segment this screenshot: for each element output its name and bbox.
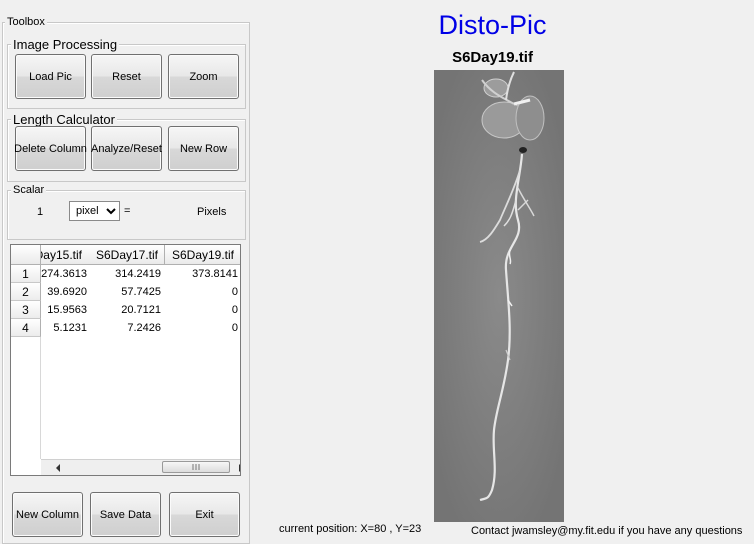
reset-button[interactable]: Reset (91, 54, 162, 99)
column-header-label: S6Day17.tif (95, 247, 159, 262)
app-title: Disto-Pic (438, 10, 547, 40)
table-cell[interactable]: 39.6920 (41, 283, 91, 301)
analyze-reset-button[interactable]: Analyze/Reset (91, 126, 162, 171)
table-cell[interactable]: 15.9563 (41, 301, 91, 319)
contact-text: Contact jwamsley@my.fit.edu if you have … (471, 525, 743, 537)
delete-column-button[interactable]: Delete Column (14, 126, 87, 171)
table-cell[interactable]: 274.3613 (41, 265, 91, 283)
table-cell[interactable]: 314.2419 (90, 265, 165, 283)
row-header[interactable]: 4 (11, 319, 41, 337)
length-calculator-label: Length Calculator (11, 112, 117, 127)
table-cell[interactable]: 7.2426 (90, 319, 165, 337)
root-image[interactable] (434, 70, 564, 522)
table-cell[interactable]: 20.7121 (90, 301, 165, 319)
equals-sign: = (124, 205, 131, 217)
row-header[interactable]: 2 (11, 283, 41, 301)
corner-header (11, 245, 41, 265)
table-cell[interactable]: 373.8141 (165, 265, 240, 283)
save-data-button[interactable]: Save Data (90, 492, 161, 537)
table-cell[interactable]: 0 (165, 301, 240, 319)
root-image-drawing (434, 70, 564, 522)
scalar-label: Scalar (11, 184, 47, 196)
column-header[interactable]: S6Day19.tif (165, 245, 240, 265)
scroll-thumb[interactable] (162, 461, 230, 473)
grip-icon (192, 464, 199, 470)
column-header-label: S6Day15.tif (41, 247, 82, 262)
current-position: current position: X=80 , Y=23 (279, 523, 422, 535)
table-cell[interactable]: 0 (165, 283, 240, 301)
row-header-strip (11, 337, 41, 459)
row-header[interactable]: 1 (11, 265, 41, 283)
column-header-label: S6Day19.tif (171, 247, 235, 262)
scroll-left-icon[interactable] (55, 464, 61, 472)
exit-button[interactable]: Exit (169, 492, 240, 537)
load-pic-button[interactable]: Load Pic (15, 54, 86, 99)
image-processing-label: Image Processing (11, 37, 120, 52)
scroll-right-icon[interactable] (238, 464, 241, 472)
table-cell[interactable]: 5.1231 (41, 319, 91, 337)
unit-dropdown[interactable]: pixel (69, 201, 120, 221)
toolbox-label: Toolbox (5, 16, 47, 28)
data-table[interactable]: S6Day15.tif S6Day17.tif S6Day19.tif 1 27… (10, 244, 241, 476)
table-cell[interactable]: 57.7425 (90, 283, 165, 301)
column-header[interactable]: S6Day17.tif (90, 245, 165, 265)
horizontal-scrollbar[interactable] (41, 459, 240, 475)
new-row-button[interactable]: New Row (168, 126, 239, 171)
scalar-value: 1 (37, 206, 44, 218)
scalar-result-unit: Pixels (197, 206, 227, 218)
zoom-button[interactable]: Zoom (168, 54, 239, 99)
image-title: S6Day19.tif (452, 49, 533, 66)
column-header[interactable]: S6Day15.tif (41, 245, 91, 265)
new-column-button[interactable]: New Column (12, 492, 83, 537)
row-header[interactable]: 3 (11, 301, 41, 319)
table-cell[interactable]: 0 (165, 319, 240, 337)
